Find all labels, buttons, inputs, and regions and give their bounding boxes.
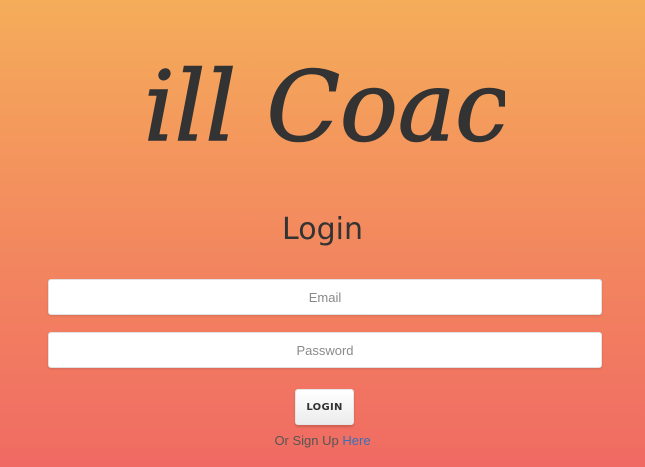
- login-button[interactable]: LOGIN: [295, 389, 354, 425]
- page-title: Login: [282, 212, 363, 247]
- pill-coach-logo: Pill Coach: [145, 28, 505, 178]
- password-field[interactable]: [48, 332, 602, 368]
- logo-text: Pill Coach: [145, 51, 505, 163]
- signup-link[interactable]: Here: [342, 433, 370, 448]
- email-field[interactable]: [48, 279, 602, 315]
- signup-prompt: Or Sign Up Here: [0, 433, 645, 448]
- signup-prefix: Or Sign Up: [274, 433, 339, 448]
